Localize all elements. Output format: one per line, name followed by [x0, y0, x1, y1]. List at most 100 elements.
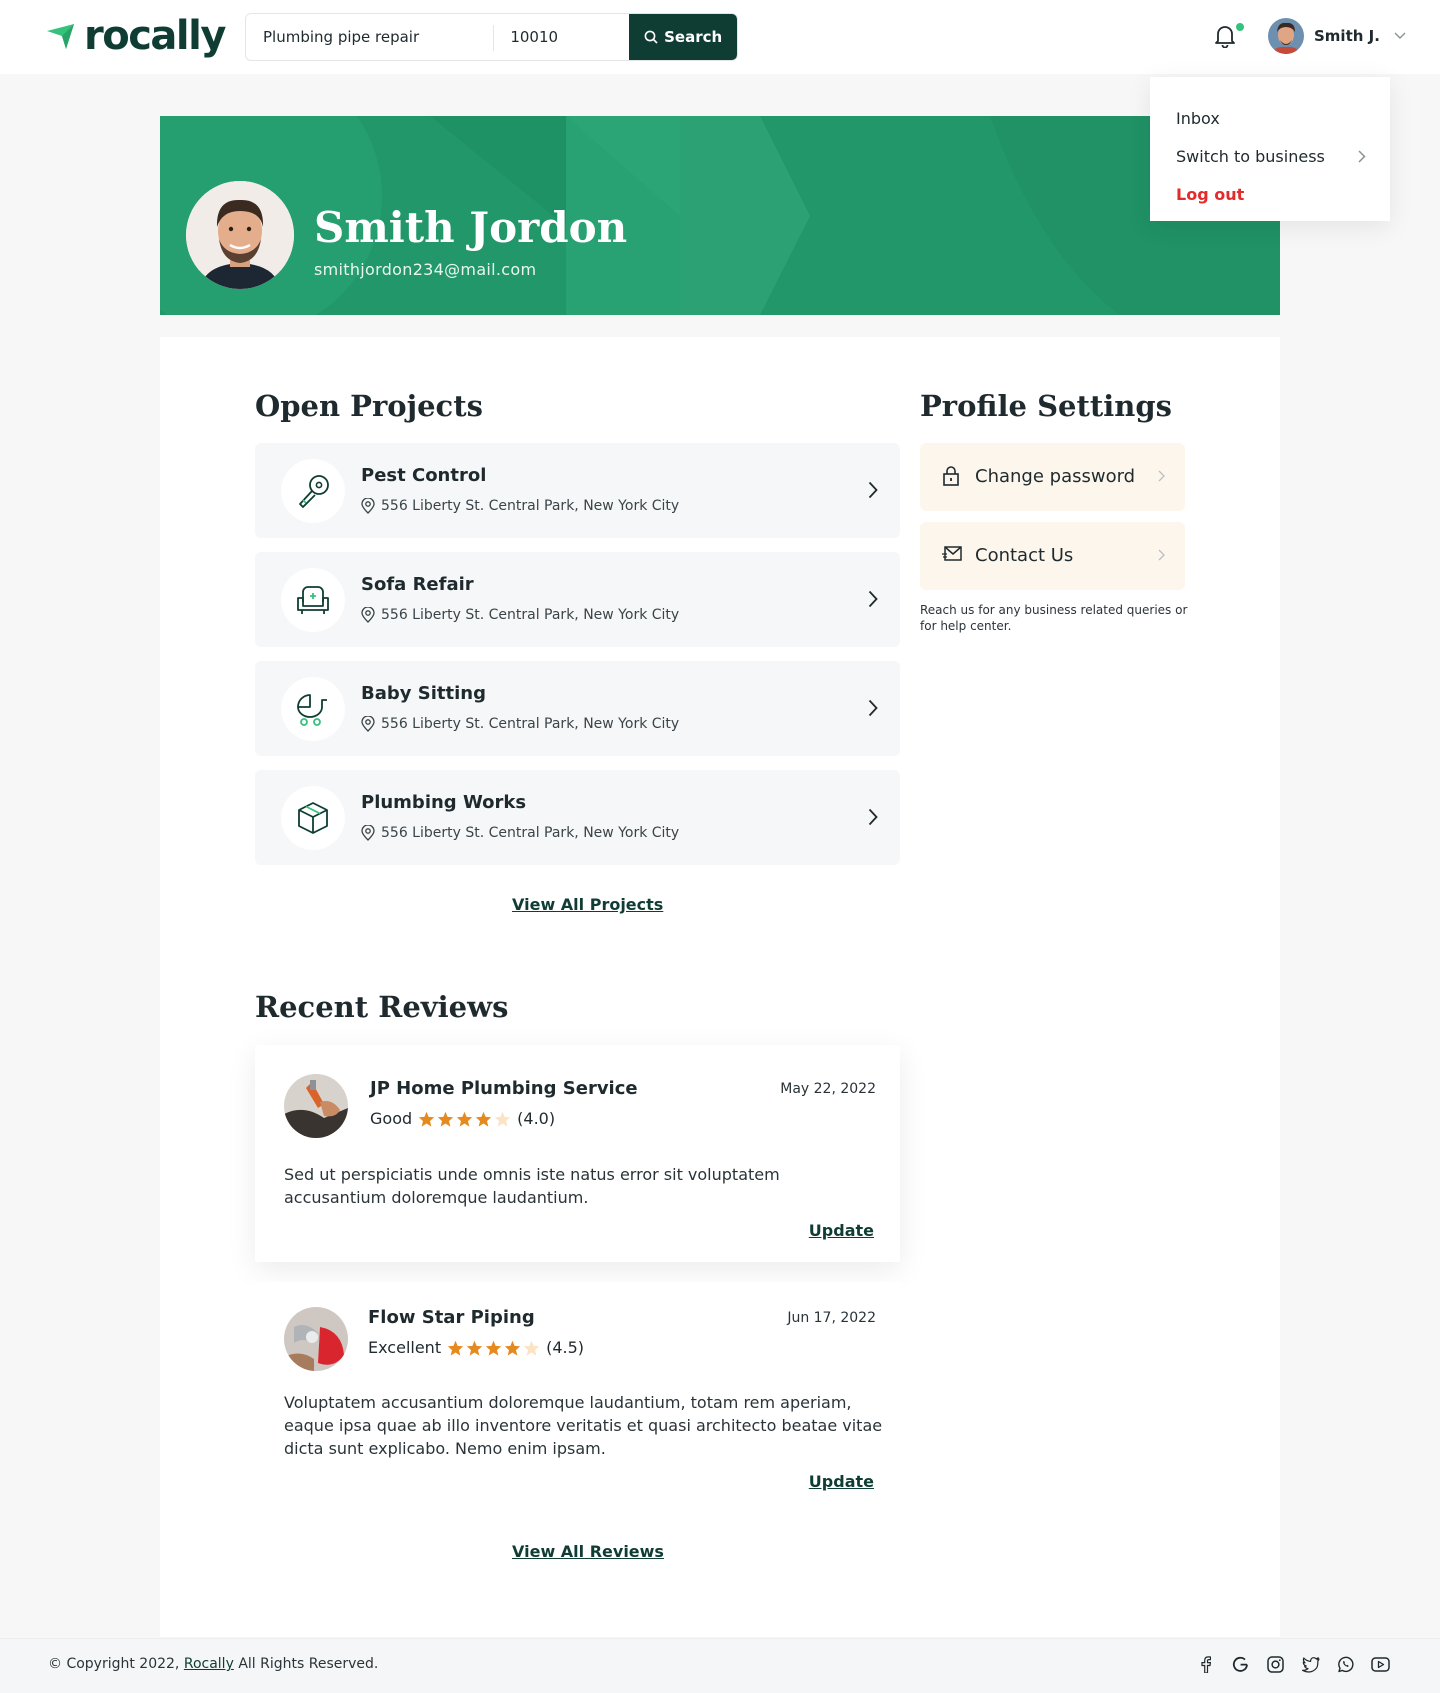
social-links — [1196, 1655, 1390, 1674]
box-icon — [281, 786, 345, 850]
review-date: May 22, 2022 — [780, 1081, 876, 1097]
logo-arrow-icon — [47, 24, 74, 49]
user-name: Smith J. — [1314, 27, 1380, 45]
project-card[interactable]: Sofa Refair 556 Liberty St. Central Park… — [255, 552, 900, 647]
project-title: Pest Control — [361, 465, 487, 486]
update-review-link[interactable]: Update — [809, 1472, 874, 1491]
youtube-icon[interactable] — [1371, 1655, 1390, 1674]
copyright-prefix: © Copyright 2022, — [48, 1656, 180, 1672]
pest-control-icon — [281, 459, 345, 523]
rating-value: (4.5) — [546, 1338, 585, 1357]
project-address: 556 Liberty St. Central Park, New York C… — [361, 716, 679, 732]
review-date: Jun 17, 2022 — [787, 1310, 876, 1326]
notification-dot — [1236, 23, 1244, 31]
chevron-down-icon — [1394, 32, 1406, 39]
location-pin-icon — [361, 498, 375, 514]
copyright: © Copyright 2022, Rocally All Rights Res… — [48, 1656, 378, 1672]
review-company: JP Home Plumbing Service — [370, 1078, 638, 1099]
menu-item-switch-to-business[interactable]: Switch to business — [1150, 137, 1390, 175]
user-dropdown-menu: Inbox Switch to business Log out — [1150, 77, 1390, 221]
rating-word: Excellent — [368, 1338, 442, 1357]
user-menu-toggle[interactable]: Smith J. — [1268, 18, 1406, 54]
search-icon — [644, 30, 658, 44]
chevron-right-icon — [1158, 470, 1165, 482]
star-empty-icon — [523, 1340, 540, 1356]
mail-icon — [942, 546, 962, 561]
logo[interactable]: rocally — [46, 16, 226, 56]
copyright-suffix: All Rights Reserved. — [238, 1656, 379, 1672]
top-navbar: rocally Search Smith J. — [0, 0, 1440, 74]
rating-value: (4.0) — [517, 1109, 556, 1128]
review-rating: Excellent (4.5) — [368, 1338, 584, 1357]
menu-item-inbox[interactable]: Inbox — [1150, 99, 1390, 137]
project-title: Plumbing Works — [361, 792, 527, 813]
profile-banner: Smith Jordon smithjordon234@mail.com — [160, 116, 1280, 315]
google-icon[interactable] — [1231, 1655, 1250, 1674]
project-card[interactable]: Baby Sitting 556 Liberty St. Central Par… — [255, 661, 900, 756]
contact-us-button[interactable]: Contact Us — [920, 522, 1185, 590]
zip-input[interactable] — [494, 14, 630, 60]
project-card[interactable]: Pest Control 556 Liberty St. Central Par… — [255, 443, 900, 538]
project-title: Baby Sitting — [361, 683, 486, 704]
recent-reviews-heading: Recent Reviews — [255, 990, 509, 1024]
setting-label: Contact Us — [975, 545, 1074, 566]
chevron-right-icon — [868, 699, 878, 717]
rating-word: Good — [370, 1109, 413, 1128]
review-text: Sed ut perspiciatis unde omnis iste natu… — [284, 1165, 780, 1207]
star-icon — [447, 1340, 464, 1356]
star-icon — [456, 1111, 473, 1127]
project-address-text: 556 Liberty St. Central Park, New York C… — [381, 825, 680, 841]
view-all-reviews-link[interactable]: View All Reviews — [512, 1542, 664, 1561]
review-company: Flow Star Piping — [368, 1307, 535, 1328]
chevron-right-icon — [868, 481, 878, 499]
menu-item-label: Switch to business — [1176, 146, 1325, 166]
star-rating — [418, 1111, 511, 1127]
bell-icon[interactable] — [1214, 24, 1236, 48]
search-input[interactable] — [246, 14, 494, 60]
company-avatar — [284, 1307, 348, 1371]
project-address-text: 556 Liberty St. Central Park, New York C… — [381, 498, 680, 514]
project-card[interactable]: Plumbing Works 556 Liberty St. Central P… — [255, 770, 900, 865]
search-bar: Search — [245, 13, 738, 61]
profile-avatar — [186, 181, 294, 289]
menu-item-label: Inbox — [1176, 108, 1220, 128]
brand-link[interactable]: Rocally — [184, 1656, 234, 1672]
profile-name: Smith Jordon — [314, 203, 628, 252]
menu-item-label: Log out — [1176, 184, 1245, 204]
change-password-button[interactable]: Change password — [920, 443, 1185, 511]
update-review-link[interactable]: Update — [809, 1221, 874, 1240]
sofa-icon — [281, 568, 345, 632]
review-card: Flow Star Piping Jun 17, 2022 Excellent … — [255, 1282, 900, 1517]
lock-icon — [943, 466, 959, 486]
facebook-icon[interactable] — [1196, 1655, 1215, 1674]
view-all-projects-link[interactable]: View All Projects — [512, 895, 663, 914]
stroller-icon — [281, 677, 345, 741]
setting-label: Change password — [975, 466, 1136, 487]
search-button-label: Search — [664, 28, 723, 46]
location-pin-icon — [361, 607, 375, 623]
whatsapp-icon[interactable] — [1336, 1655, 1355, 1674]
twitter-icon[interactable] — [1301, 1655, 1320, 1674]
project-address: 556 Liberty St. Central Park, New York C… — [361, 607, 679, 623]
chevron-right-icon — [868, 590, 878, 608]
instagram-icon[interactable] — [1266, 1655, 1285, 1674]
avatar — [1268, 18, 1304, 54]
star-icon — [418, 1111, 435, 1127]
project-address-text: 556 Liberty St. Central Park, New York C… — [381, 607, 680, 623]
footer: © Copyright 2022, Rocally All Rights Res… — [0, 1638, 1440, 1693]
star-icon — [475, 1111, 492, 1127]
review-text: Voluptatem accusantium doloremque laudan… — [284, 1393, 883, 1458]
review-rating: Good (4.0) — [370, 1109, 555, 1128]
chevron-right-icon — [868, 808, 878, 826]
project-title: Sofa Refair — [361, 574, 474, 595]
star-icon — [504, 1340, 521, 1356]
company-avatar — [284, 1074, 348, 1138]
menu-item-log-out[interactable]: Log out — [1150, 175, 1390, 213]
search-button[interactable]: Search — [629, 14, 737, 60]
project-address: 556 Liberty St. Central Park, New York C… — [361, 825, 679, 841]
location-pin-icon — [361, 825, 375, 841]
chevron-right-icon — [1158, 549, 1165, 561]
location-pin-icon — [361, 716, 375, 732]
profile-settings-heading: Profile Settings — [920, 389, 1172, 423]
open-projects-heading: Open Projects — [255, 389, 483, 423]
